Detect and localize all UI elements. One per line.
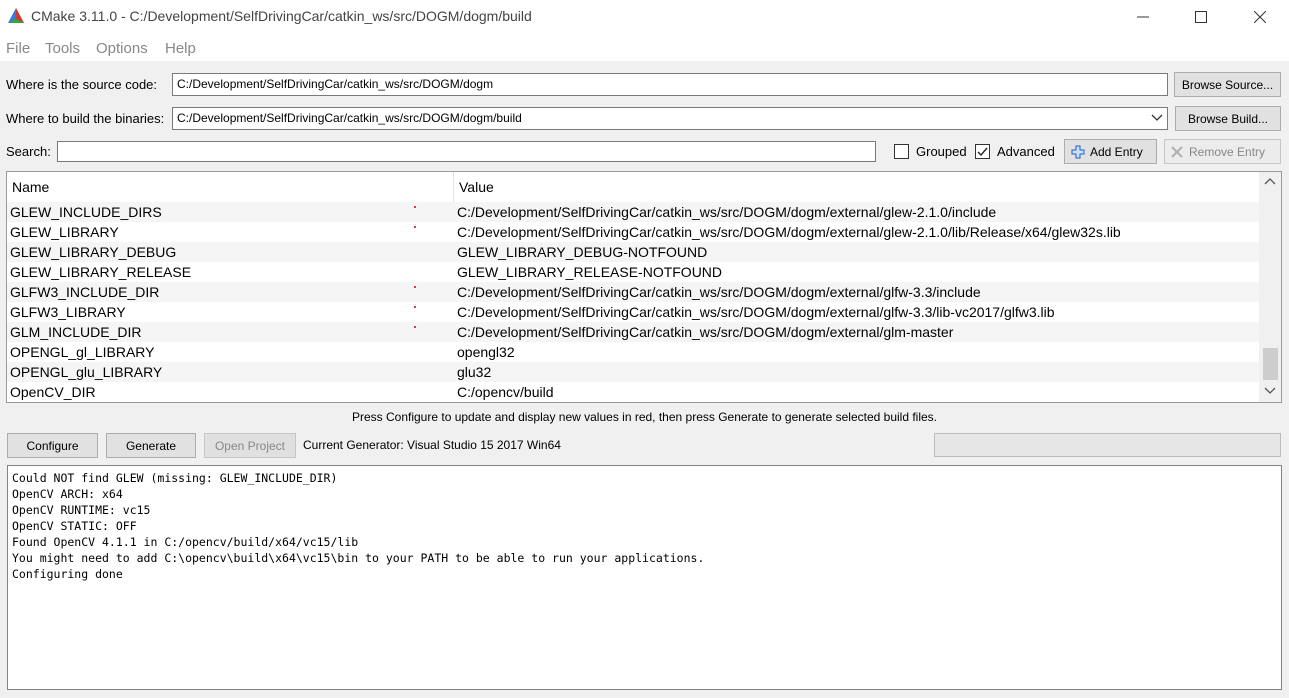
minimize-button[interactable]: [1114, 0, 1172, 33]
row-name: OpenCV_DIR: [10, 384, 96, 400]
generate-button[interactable]: Generate: [106, 433, 196, 458]
build-path-value: C:/Development/SelfDrivingCar/catkin_ws/…: [177, 111, 522, 125]
grouped-label: Grouped: [916, 144, 967, 159]
row-name: GLEW_LIBRARY_DEBUG: [10, 244, 177, 260]
table-row[interactable]: GLM_INCLUDE_DIR C:/Development/SelfDrivi…: [7, 322, 1259, 342]
table-scrollbar[interactable]: [1259, 172, 1281, 402]
row-value: C:/Development/SelfDrivingCar/catkin_ws/…: [457, 204, 997, 220]
row-value: C:/Development/SelfDrivingCar/catkin_ws/…: [457, 224, 1121, 240]
remove-entry-label: Remove Entry: [1189, 144, 1266, 159]
advanced-checkbox[interactable]: [975, 144, 990, 159]
changed-marker: [414, 286, 416, 288]
window-title: CMake 3.11.0 - C:/Development/SelfDrivin…: [31, 8, 532, 24]
changed-marker: [414, 326, 416, 328]
row-name: OPENGL_glu_LIBRARY: [10, 364, 163, 380]
source-label: Where is the source code:: [6, 77, 158, 92]
scroll-thumb[interactable]: [1263, 348, 1278, 380]
row-value: C:/Development/SelfDrivingCar/catkin_ws/…: [457, 284, 981, 300]
table-row[interactable]: GLFW3_INCLUDE_DIR C:/Development/SelfDri…: [7, 282, 1259, 302]
close-button[interactable]: [1231, 0, 1289, 33]
table-row[interactable]: GLEW_LIBRARY_RELEASE GLEW_LIBRARY_RELEAS…: [7, 262, 1259, 282]
log-line: You might need to add C:\opencv\build\x6…: [12, 551, 705, 565]
source-path-input[interactable]: C:/Development/SelfDrivingCar/catkin_ws/…: [172, 73, 1168, 96]
minimize-icon: [1137, 16, 1149, 17]
checkmark-icon: [977, 147, 988, 157]
changed-marker: [414, 306, 416, 308]
advanced-label: Advanced: [997, 144, 1055, 159]
row-name: GLEW_LIBRARY_RELEASE: [10, 264, 192, 280]
cache-table[interactable]: Name Value GLEW_INCLUDE_DIRS C:/Developm…: [6, 171, 1282, 403]
browse-source-button[interactable]: Browse Source...: [1174, 72, 1281, 97]
table-row[interactable]: GLEW_INCLUDE_DIRS C:/Development/SelfDri…: [7, 202, 1259, 222]
row-value: glu32: [457, 364, 492, 380]
row-value: C:/opencv/build: [457, 384, 554, 400]
close-icon: [1254, 10, 1266, 23]
chevron-down-icon[interactable]: [1151, 113, 1163, 123]
table-row[interactable]: OpenCV_DIR C:/opencv/build: [7, 382, 1259, 402]
table-row[interactable]: GLEW_LIBRARY C:/Development/SelfDrivingC…: [7, 222, 1259, 242]
table-row[interactable]: GLEW_LIBRARY_DEBUG GLEW_LIBRARY_DEBUG-NO…: [7, 242, 1259, 262]
row-value: C:/Development/SelfDrivingCar/catkin_ws/…: [457, 304, 1055, 320]
changed-marker: [414, 206, 416, 208]
add-entry-label: Add Entry: [1090, 144, 1143, 159]
log-line: Could NOT find GLEW (missing: GLEW_INCLU…: [12, 471, 338, 485]
row-name: GLFW3_LIBRARY: [10, 304, 126, 320]
current-generator-text: Current Generator: Visual Studio 15 2017…: [303, 438, 561, 452]
remove-entry-button[interactable]: Remove Entry: [1164, 139, 1281, 164]
row-value: GLEW_LIBRARY_DEBUG-NOTFOUND: [457, 244, 708, 260]
progress-bar: [934, 433, 1281, 457]
scroll-down-icon[interactable]: [1264, 387, 1276, 395]
log-line: OpenCV STATIC: OFF: [12, 519, 137, 533]
menu-tools[interactable]: Tools: [45, 40, 80, 57]
log-line: Configuring done: [12, 567, 123, 581]
row-name: GLM_INCLUDE_DIR: [10, 324, 142, 340]
name-column-header[interactable]: Name: [12, 179, 49, 195]
row-name: GLEW_INCLUDE_DIRS: [10, 204, 162, 220]
open-project-button[interactable]: Open Project: [204, 433, 296, 458]
value-column-header[interactable]: Value: [459, 179, 494, 195]
search-label: Search:: [6, 144, 51, 159]
row-name: GLEW_LIBRARY: [10, 224, 119, 240]
row-value: C:/Development/SelfDrivingCar/catkin_ws/…: [457, 324, 954, 340]
grouped-checkbox[interactable]: [894, 144, 909, 159]
configure-button[interactable]: Configure: [7, 433, 98, 458]
column-divider[interactable]: [453, 172, 454, 202]
build-label: Where to build the binaries:: [6, 111, 165, 126]
table-header: Name Value: [7, 172, 1259, 203]
maximize-button[interactable]: [1172, 0, 1230, 33]
row-name: OPENGL_gl_LIBRARY: [10, 344, 155, 360]
menu-bar: File Tools Options Help: [0, 33, 1289, 61]
title-bar: CMake 3.11.0 - C:/Development/SelfDrivin…: [0, 0, 1289, 33]
output-log[interactable]: Could NOT find GLEW (missing: GLEW_INCLU…: [7, 465, 1282, 690]
table-row[interactable]: OPENGL_glu_LIBRARY glu32: [7, 362, 1259, 382]
table-row[interactable]: GLFW3_LIBRARY C:/Development/SelfDriving…: [7, 302, 1259, 322]
search-input[interactable]: [57, 141, 876, 162]
add-entry-button[interactable]: Add Entry: [1064, 139, 1157, 164]
row-name: GLFW3_INCLUDE_DIR: [10, 284, 160, 300]
log-line: OpenCV ARCH: x64: [12, 487, 123, 501]
maximize-icon: [1195, 10, 1207, 23]
menu-file[interactable]: File: [6, 40, 30, 57]
build-path-combobox[interactable]: C:/Development/SelfDrivingCar/catkin_ws/…: [172, 107, 1168, 130]
cmake-logo-icon: [8, 8, 24, 23]
menu-help[interactable]: Help: [165, 40, 196, 57]
changed-marker: [414, 226, 416, 228]
scroll-up-icon[interactable]: [1264, 177, 1276, 185]
browse-build-button[interactable]: Browse Build...: [1175, 106, 1281, 131]
row-value: opengl32: [457, 344, 515, 360]
remove-x-icon: [1171, 145, 1183, 158]
row-value: GLEW_LIBRARY_RELEASE-NOTFOUND: [457, 264, 723, 280]
table-row[interactable]: OPENGL_gl_LIBRARY opengl32: [7, 342, 1259, 362]
log-line: Found OpenCV 4.1.1 in C:/opencv/build/x6…: [12, 535, 359, 549]
configure-hint: Press Configure to update and display ne…: [351, 410, 938, 424]
log-line: OpenCV RUNTIME: vc15: [12, 503, 151, 517]
plus-icon: [1071, 145, 1085, 158]
menu-options[interactable]: Options: [96, 40, 148, 57]
